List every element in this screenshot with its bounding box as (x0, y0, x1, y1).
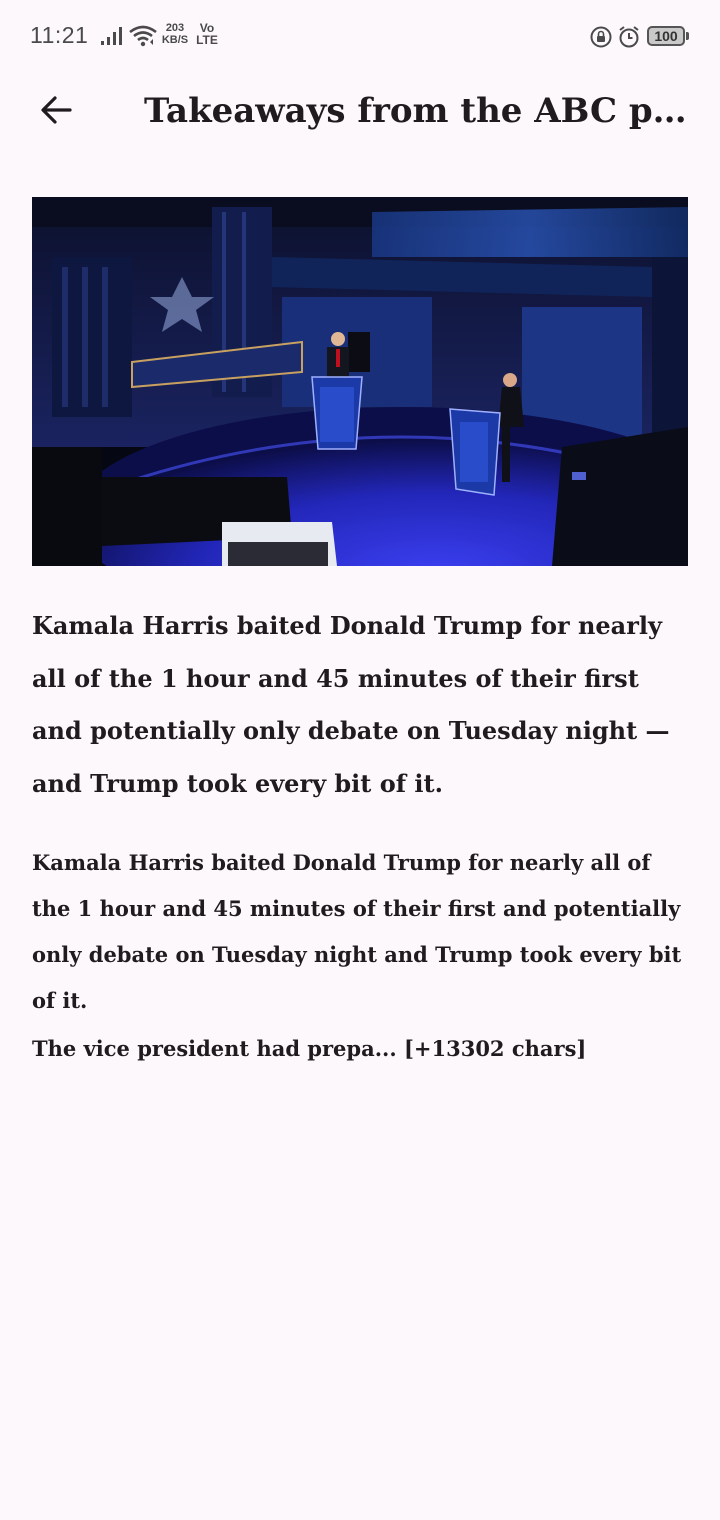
network-speed: 203 KB/S (160, 22, 190, 46)
arrow-left-icon (41, 96, 72, 124)
volte-indicator: Vo LTE (194, 22, 220, 46)
alarm-icon (619, 26, 639, 48)
rotation-lock-icon (590, 26, 612, 48)
volte-bottom: LTE (196, 33, 218, 47)
article-lead: Kamala Harris baited Donald Trump for ne… (32, 611, 670, 798)
article-body: Kamala Harris baited Donald Trump for ne… (32, 840, 692, 1072)
status-bar: 11:21 203 KB/S Vo LTE 100 (0, 0, 720, 72)
network-speed-unit: KB/S (161, 34, 189, 46)
page-title: Takeaways from the ABC pr… (144, 91, 694, 131)
back-button[interactable] (26, 80, 86, 140)
network-speed-value: 203 (165, 22, 185, 34)
wifi-icon (129, 25, 157, 47)
cell-signal-icon (101, 27, 122, 45)
article-paragraph-truncated: The vice president had prepa... [+13302 … (32, 1036, 587, 1061)
status-time: 11:21 (30, 22, 89, 48)
battery-tip (686, 32, 689, 40)
battery-indicator: 100 (647, 26, 685, 46)
debate-stage-illustration (32, 197, 688, 566)
article-image (32, 197, 688, 566)
article-paragraph: Kamala Harris baited Donald Trump for ne… (32, 850, 682, 1013)
